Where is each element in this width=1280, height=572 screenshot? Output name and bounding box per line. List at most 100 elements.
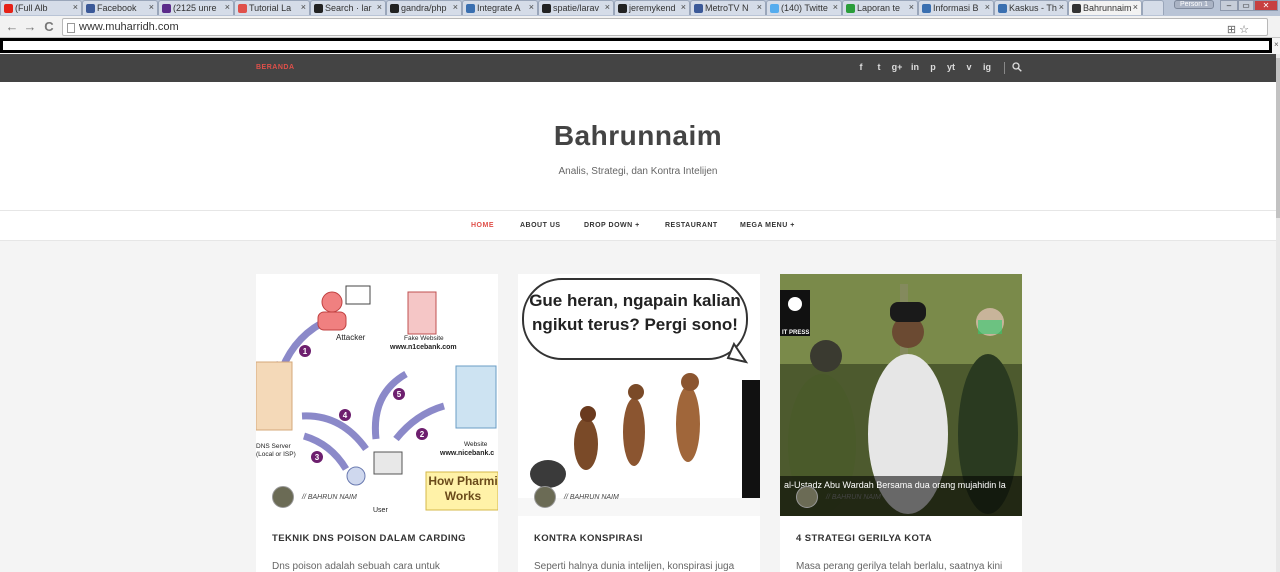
diagram-label: DNS Server: [256, 443, 292, 450]
browser-tab[interactable]: Laporan te ×: [842, 0, 918, 15]
browser-tab[interactable]: jeremykend ×: [614, 0, 690, 15]
close-window-button[interactable]: ✕: [1254, 0, 1278, 11]
browser-tab[interactable]: (140) Twitte ×: [766, 0, 842, 15]
avatar[interactable]: [272, 486, 294, 508]
dns-diagram: 1 2 3 4 5 Attacker Fake Website www.n1ce…: [256, 285, 498, 514]
step-number: 3: [315, 453, 320, 462]
pinterest-icon[interactable]: p: [924, 62, 942, 72]
menu-item-drop-down[interactable]: DROP DOWN +: [584, 222, 640, 229]
post-title[interactable]: KONTRA KONSPIRASI: [534, 533, 643, 544]
post-thumbnail-dns-diagram[interactable]: 1 2 3 4 5 Attacker Fake Website www.n1ce…: [256, 274, 498, 516]
extension-bar: [0, 38, 1272, 53]
tab-favicon-icon: [694, 4, 703, 13]
site-topbar: BERANDA f t g+ in p yt v ig: [0, 54, 1276, 82]
tab-close-icon[interactable]: ×: [909, 2, 914, 12]
menu-item-about-us[interactable]: ABOUT US: [520, 222, 561, 229]
tab-favicon-icon: [86, 4, 95, 13]
social-links: f t g+ in p yt v ig: [852, 62, 996, 72]
step-number: 2: [420, 430, 425, 439]
tab-close-icon[interactable]: ×: [833, 2, 838, 12]
url-text: www.muharridh.com: [79, 21, 179, 33]
google-plus-icon[interactable]: g+: [888, 62, 906, 72]
topbar-divider: [1004, 62, 1005, 74]
post-title[interactable]: 4 STRATEGI GERILYA KOTA: [796, 533, 932, 544]
post-title[interactable]: TEKNIK DNS POISON DALAM CARDING: [272, 533, 466, 544]
browser-tab[interactable]: Facebook ×: [82, 0, 158, 15]
tab-close-icon[interactable]: ×: [301, 2, 306, 12]
post-author: // BAHRUN NAIM: [534, 486, 619, 508]
youtube-icon[interactable]: yt: [942, 62, 960, 72]
tab-close-icon[interactable]: ×: [453, 2, 458, 12]
browser-tab-active[interactable]: Bahrunnaim ×: [1068, 0, 1142, 15]
tab-close-icon[interactable]: ×: [529, 2, 534, 12]
browser-tab[interactable]: Informasi B ×: [918, 0, 994, 15]
tab-close-icon[interactable]: ×: [757, 2, 762, 12]
search-icon[interactable]: [1012, 62, 1022, 72]
tab-close-icon[interactable]: ×: [681, 2, 686, 12]
minimize-button[interactable]: –: [1220, 0, 1238, 11]
tab-close-icon[interactable]: ×: [1133, 2, 1138, 12]
back-icon[interactable]: ←: [4, 19, 20, 35]
post-author: // BAHRUN NAIM: [272, 486, 357, 508]
menu-item-home[interactable]: HOME: [471, 222, 494, 229]
address-bar[interactable]: www.muharridh.com ⊞ ☆: [62, 18, 1268, 36]
browser-toolbar: ← → C www.muharridh.com ⊞ ☆: [0, 16, 1280, 38]
browser-tab[interactable]: Search · lar ×: [310, 0, 386, 15]
diagram-label: (Local or ISP): [256, 451, 296, 458]
vimeo-icon[interactable]: v: [960, 62, 978, 72]
tab-strip: (Full Alb × Facebook × (2125 unre × Tutoria…: [0, 0, 1280, 16]
post-excerpt: Dns poison adalah sebuah cara untuk: [272, 561, 440, 572]
close-icon[interactable]: ×: [1274, 40, 1279, 49]
diagram-label: Website: [464, 441, 488, 448]
post-thumbnail-fighters[interactable]: IT PRESS al-Ustadz Abu Wardah Bersama du…: [780, 274, 1022, 516]
step-number: 4: [343, 411, 348, 420]
step-number: 5: [397, 390, 402, 399]
post-card[interactable]: Gue heran, ngapain kalian ngikut terus? …: [518, 274, 760, 572]
tab-close-icon[interactable]: ×: [1059, 2, 1064, 12]
browser-tab[interactable]: (2125 unre ×: [158, 0, 234, 15]
browser-tab[interactable]: spatie/larav ×: [538, 0, 614, 15]
facebook-icon[interactable]: f: [852, 62, 870, 72]
diagram-label: www.n1cebank.com: [389, 344, 457, 351]
post-card[interactable]: IT PRESS al-Ustadz Abu Wardah Bersama du…: [780, 274, 1022, 572]
tab-close-icon[interactable]: ×: [225, 2, 230, 12]
forward-icon[interactable]: →: [22, 19, 38, 35]
post-excerpt: Seperti halnya dunia intelijen, konspira…: [534, 561, 735, 572]
diagram-label: User: [373, 507, 388, 514]
post-author: // BAHRUN NAIM: [796, 486, 881, 508]
browser-tab[interactable]: MetroTV N ×: [690, 0, 766, 15]
bookmark-star-icon[interactable]: ⊞ ☆: [1227, 23, 1249, 36]
tab-favicon-icon: [922, 4, 931, 13]
browser-tab[interactable]: gandra/php ×: [386, 0, 462, 15]
instagram-icon[interactable]: ig: [978, 62, 996, 72]
profile-button[interactable]: Person 1: [1174, 0, 1214, 9]
tab-favicon-icon: [770, 4, 779, 13]
press-label: IT PRESS: [782, 330, 810, 336]
scrollbar-thumb[interactable]: [1276, 58, 1280, 218]
tab-close-icon[interactable]: ×: [149, 2, 154, 12]
twitter-icon[interactable]: t: [870, 62, 888, 72]
tab-close-icon[interactable]: ×: [605, 2, 610, 12]
page-scrollbar[interactable]: [1276, 54, 1280, 572]
maximize-button[interactable]: ▭: [1238, 0, 1254, 11]
browser-tab[interactable]: Kaskus - Th ×: [994, 0, 1068, 15]
post-thumbnail-evolution[interactable]: Gue heran, ngapain kalian ngikut terus? …: [518, 274, 760, 516]
browser-tab[interactable]: Integrate A ×: [462, 0, 538, 15]
tab-close-icon[interactable]: ×: [73, 2, 78, 12]
beranda-link[interactable]: BERANDA: [256, 64, 295, 71]
reload-icon[interactable]: C: [41, 19, 57, 35]
linkedin-icon[interactable]: in: [906, 62, 924, 72]
menu-item-mega-menu[interactable]: MEGA MENU +: [740, 222, 795, 229]
avatar[interactable]: [796, 486, 818, 508]
post-card[interactable]: 1 2 3 4 5 Attacker Fake Website www.n1ce…: [256, 274, 498, 572]
tab-favicon-icon: [390, 4, 399, 13]
browser-tab[interactable]: (Full Alb ×: [0, 0, 82, 15]
avatar[interactable]: [534, 486, 556, 508]
tab-favicon-icon: [618, 4, 627, 13]
menu-item-restaurant[interactable]: RESTAURANT: [665, 222, 718, 229]
tab-close-icon[interactable]: ×: [377, 2, 382, 12]
new-tab-button[interactable]: [1142, 0, 1164, 15]
site-title[interactable]: Bahrunnaim: [0, 120, 1276, 152]
tab-close-icon[interactable]: ×: [985, 2, 990, 12]
browser-tab[interactable]: Tutorial La ×: [234, 0, 310, 15]
